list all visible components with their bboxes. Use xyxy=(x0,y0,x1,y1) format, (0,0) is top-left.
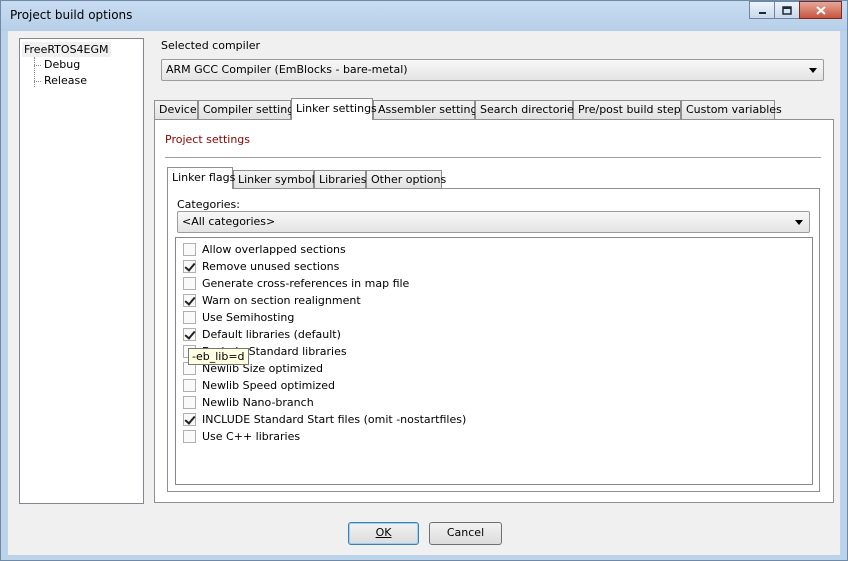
tab-compiler-settings[interactable]: Compiler settings xyxy=(198,100,300,119)
option-label: Warn on section realignment xyxy=(202,294,361,307)
tab-libraries[interactable]: Libraries xyxy=(314,170,367,188)
tab-label: Search directories xyxy=(480,103,580,116)
checkbox[interactable] xyxy=(183,430,196,443)
maximize-button[interactable] xyxy=(774,1,800,19)
linker-flag-option[interactable]: Use Semihosting xyxy=(183,309,294,326)
checkbox[interactable] xyxy=(183,311,196,324)
minimize-icon xyxy=(758,11,766,14)
cancel-button[interactable]: Cancel xyxy=(429,522,502,545)
tree-connector xyxy=(34,65,41,66)
compiler-select[interactable]: ARM GCC Compiler (EmBlocks - bare-metal) xyxy=(161,59,824,81)
option-label: INCLUDE Standard Start files (omit -nost… xyxy=(202,413,467,426)
chevron-down-icon xyxy=(809,68,817,73)
project-build-options-window: Project build options FreeRTOS4EGM Debug… xyxy=(0,0,848,561)
tab-label: Linker flags xyxy=(172,171,236,184)
tab-device[interactable]: Device xyxy=(154,100,198,119)
checkbox[interactable] xyxy=(183,243,196,256)
caption-buttons xyxy=(749,1,842,19)
tab-linker-settings[interactable]: Linker settings xyxy=(291,98,377,120)
tab-assembler-settings[interactable]: Assembler settings xyxy=(373,100,483,119)
linker-flag-option[interactable]: Newlib Speed optimized xyxy=(183,377,335,394)
linker-flag-option[interactable]: Remove unused sections xyxy=(183,258,339,275)
tab-label: Linker symbols xyxy=(238,173,321,186)
tab-label: Linker settings xyxy=(296,102,377,115)
tab-other-options[interactable]: Other options xyxy=(366,170,446,188)
checkbox[interactable] xyxy=(183,379,196,392)
targets-tree[interactable]: FreeRTOS4EGM Debug Release xyxy=(19,38,144,504)
linker-settings-panel: Project settings Linker flags Linker sym… xyxy=(154,119,834,503)
option-label: Allow overlapped sections xyxy=(202,243,346,256)
categories-select-value: <All categories> xyxy=(182,215,276,228)
checkbox[interactable] xyxy=(183,277,196,290)
maximize-icon xyxy=(782,5,792,15)
option-label: Default libraries (default) xyxy=(202,328,341,341)
linker-flag-option[interactable]: Allow overlapped sections xyxy=(183,241,346,258)
linker-flag-option[interactable]: Generate cross-references in map file xyxy=(183,275,409,292)
option-label: Use C++ libraries xyxy=(202,430,301,443)
chevron-down-icon xyxy=(795,220,803,225)
option-label: Newlib Nano-branch xyxy=(202,396,314,409)
checkbox[interactable] xyxy=(183,328,196,341)
tab-label: Compiler settings xyxy=(203,103,300,116)
tab-linker-flags[interactable]: Linker flags xyxy=(167,167,236,189)
option-tooltip: -eb_lib=d xyxy=(188,348,249,365)
linker-flag-option[interactable]: Warn on section realignment xyxy=(183,292,361,309)
checkbox[interactable] xyxy=(183,413,196,426)
ok-button-label: OK xyxy=(375,526,392,539)
close-icon xyxy=(815,5,826,15)
tree-item-release[interactable]: Release xyxy=(42,74,89,87)
option-label: Remove unused sections xyxy=(202,260,340,273)
linker-flag-option[interactable]: Default libraries (default) xyxy=(183,326,341,343)
linker-flag-option[interactable]: Newlib Nano-branch xyxy=(183,394,314,411)
compiler-select-value: ARM GCC Compiler (EmBlocks - bare-metal) xyxy=(166,63,408,76)
tree-root-project[interactable]: FreeRTOS4EGM xyxy=(22,42,111,57)
window-title: Project build options xyxy=(10,8,133,22)
linker-flag-option[interactable]: INCLUDE Standard Start files (omit -nost… xyxy=(183,411,466,428)
title-bar[interactable]: Project build options xyxy=(1,1,847,31)
tab-linker-symbols[interactable]: Linker symbols xyxy=(233,170,320,188)
dialog-client-area: FreeRTOS4EGM Debug Release Selected comp… xyxy=(8,31,840,555)
option-label: Generate cross-references in map file xyxy=(202,277,410,290)
project-settings-label: Project settings xyxy=(165,133,250,146)
tab-label: Assembler settings xyxy=(378,103,484,116)
checkbox[interactable] xyxy=(183,294,196,307)
linker-flags-list[interactable]: Allow overlapped sections Remove unused s… xyxy=(175,237,813,485)
categories-select[interactable]: <All categories> xyxy=(177,211,810,233)
separator xyxy=(165,157,821,159)
tab-search-directories[interactable]: Search directories xyxy=(475,100,580,119)
tab-label: Other options xyxy=(371,173,447,186)
tab-label: Libraries xyxy=(319,173,367,186)
option-label: Newlib Speed optimized xyxy=(202,379,335,392)
tab-pre-post-build-steps[interactable]: Pre/post build steps xyxy=(573,100,687,119)
selected-compiler-label: Selected compiler xyxy=(161,39,261,52)
option-label: Use Semihosting xyxy=(202,311,295,324)
tab-label: Custom variables xyxy=(686,103,782,116)
tab-custom-variables[interactable]: Custom variables xyxy=(681,100,782,119)
linker-flag-option[interactable]: Use C++ libraries xyxy=(183,428,300,445)
close-button[interactable] xyxy=(799,1,842,19)
tree-item-debug[interactable]: Debug xyxy=(42,58,82,71)
linker-flags-panel: Categories: <All categories> Allow overl… xyxy=(167,188,820,492)
tree-connector xyxy=(34,57,35,87)
checkbox[interactable] xyxy=(183,396,196,409)
checkbox[interactable] xyxy=(183,260,196,273)
tree-connector xyxy=(34,81,41,82)
tab-label: Pre/post build steps xyxy=(578,103,687,116)
minimize-button[interactable] xyxy=(749,1,775,19)
categories-label: Categories: xyxy=(177,198,240,211)
ok-button[interactable]: OK xyxy=(348,522,419,545)
cancel-button-label: Cancel xyxy=(446,526,485,539)
tab-label: Device xyxy=(159,103,197,116)
